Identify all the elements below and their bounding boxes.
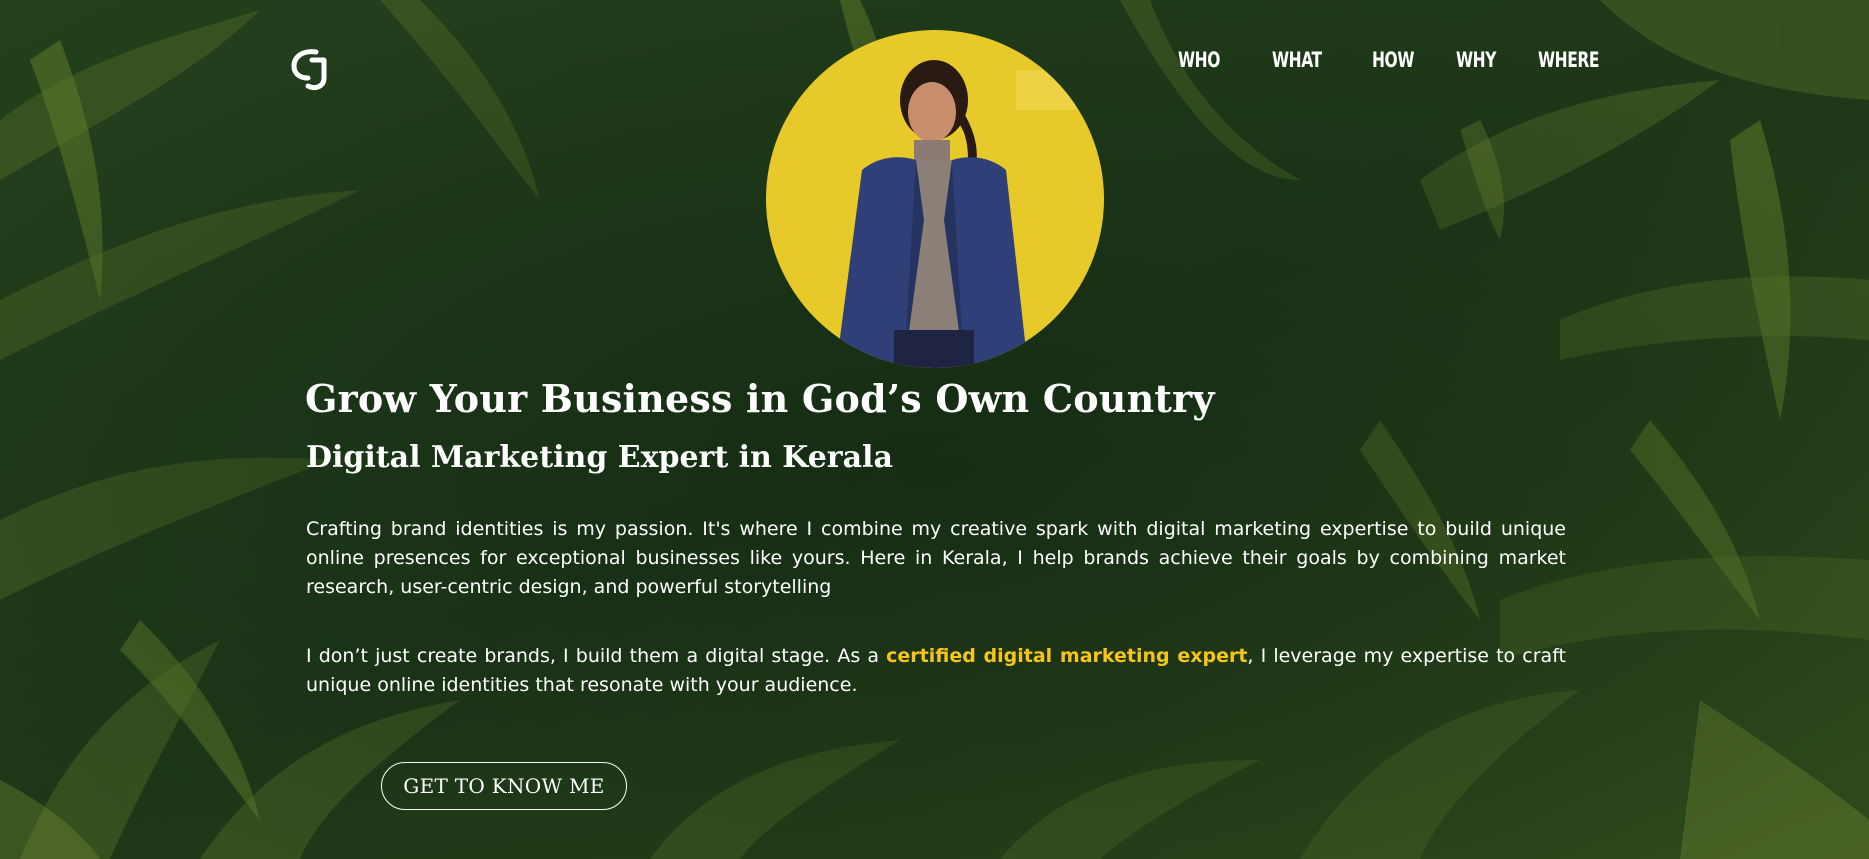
portrait-illustration [766, 30, 1104, 368]
get-to-know-me-button[interactable]: GET TO KNOW ME [381, 762, 627, 810]
nav-item-how[interactable]: HOW [1372, 48, 1414, 72]
certified-expert-link[interactable]: certified digital marketing expert [886, 645, 1247, 667]
main-nav: WHO WHAT HOW WHY WHERE [1178, 48, 1650, 72]
nav-item-where[interactable]: WHERE [1538, 48, 1600, 72]
cj-monogram-icon [291, 49, 327, 91]
nav-item-who[interactable]: WHO [1178, 48, 1221, 72]
nav-item-what[interactable]: WHAT [1272, 48, 1322, 72]
expertise-text-before: I don’t just create brands, I build them… [306, 645, 887, 667]
intro-paragraph: Crafting brand identities is my passion.… [306, 518, 1566, 598]
hero-section: WHO WHAT HOW WHY WHERE Grow Your Busines… [0, 0, 1869, 859]
expertise-paragraph: I don’t just create brands, I build them… [306, 642, 1566, 700]
hero-title: Grow Your Business in God’s Own Country [305, 376, 1215, 421]
site-logo[interactable] [286, 44, 334, 92]
nav-item-why[interactable]: WHY [1456, 48, 1496, 72]
hero-subtitle: Digital Marketing Expert in Kerala [306, 440, 893, 475]
profile-photo [766, 30, 1104, 368]
